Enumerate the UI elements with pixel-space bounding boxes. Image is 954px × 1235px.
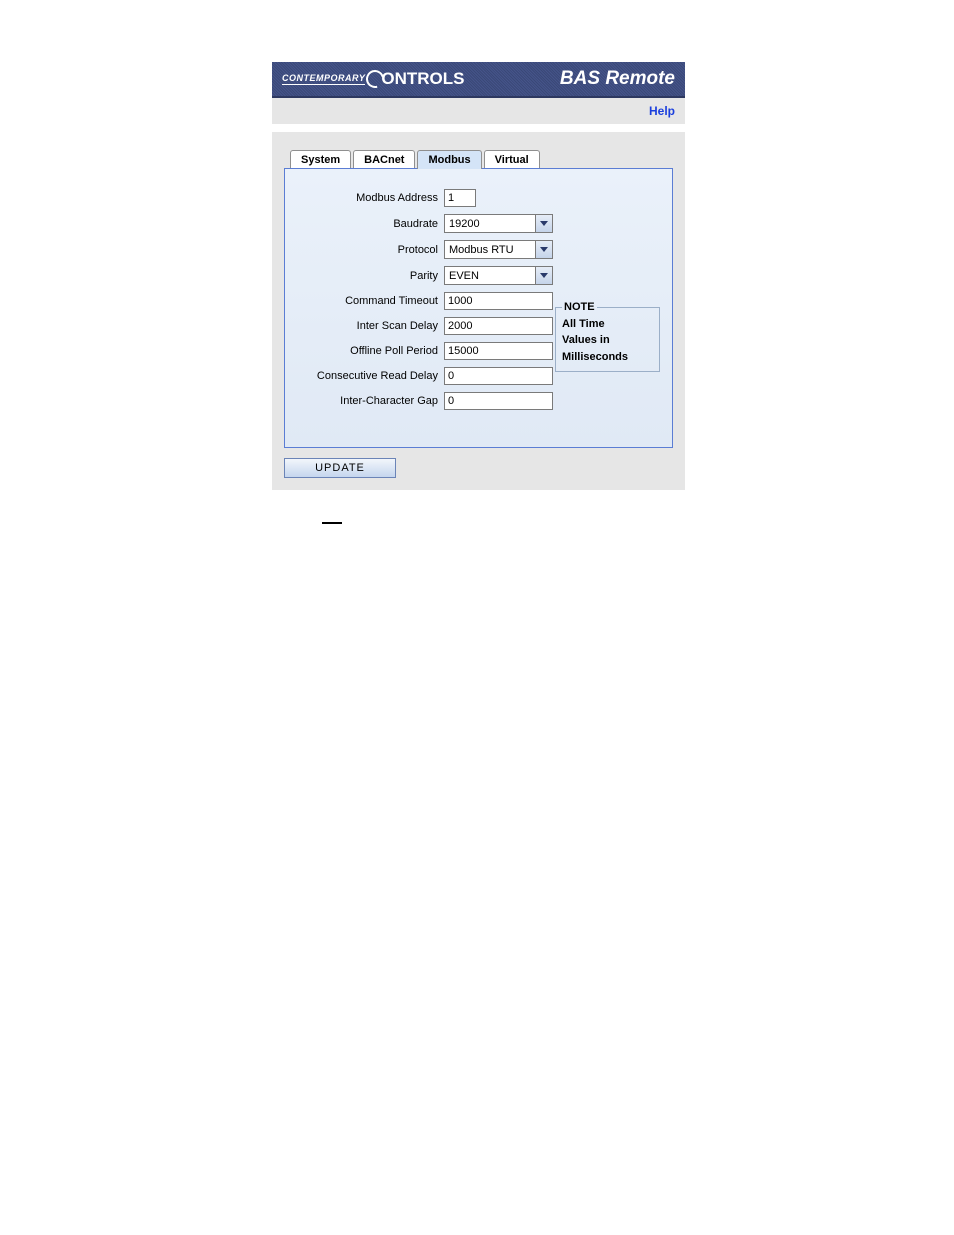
logo: CONTEMPORARY ONTROLS	[282, 69, 464, 89]
chevron-down-icon	[535, 215, 552, 232]
baudrate-select[interactable]: 19200	[444, 214, 553, 233]
page-title: BAS Remote	[560, 68, 675, 90]
row-parity: Parity EVEN	[299, 266, 658, 285]
row-modbus-address: Modbus Address	[299, 189, 658, 207]
note-line3: Milliseconds	[562, 349, 653, 366]
parity-select[interactable]: EVEN	[444, 266, 553, 285]
label-parity: Parity	[299, 270, 444, 282]
update-button[interactable]: UPDATE	[284, 458, 396, 478]
main-panel: System BACnet Modbus Virtual Modbus Addr…	[272, 132, 685, 490]
inter-scan-delay-input[interactable]	[444, 317, 553, 335]
parity-value: EVEN	[445, 267, 535, 284]
label-command-timeout: Command Timeout	[299, 295, 444, 307]
inter-character-gap-input[interactable]	[444, 392, 553, 410]
app-window: CONTEMPORARY ONTROLS BAS Remote Help Sys…	[272, 62, 685, 524]
tab-modbus[interactable]: Modbus	[417, 150, 481, 169]
chevron-down-icon	[535, 241, 552, 258]
help-link[interactable]: Help	[649, 104, 675, 118]
label-consecutive-read-delay: Consecutive Read Delay	[299, 370, 444, 382]
tab-bacnet[interactable]: BACnet	[353, 150, 415, 169]
label-protocol: Protocol	[299, 244, 444, 256]
offline-poll-period-input[interactable]	[444, 342, 553, 360]
note-line2: Values in	[562, 332, 653, 349]
logo-text-contemporary: CONTEMPORARY	[282, 73, 365, 85]
tab-virtual[interactable]: Virtual	[484, 150, 540, 169]
logo-text-controls: ONTROLS	[381, 69, 464, 89]
consecutive-read-delay-input[interactable]	[444, 367, 553, 385]
protocol-select[interactable]: Modbus RTU	[444, 240, 553, 259]
baudrate-value: 19200	[445, 215, 535, 232]
label-baudrate: Baudrate	[299, 218, 444, 230]
row-protocol: Protocol Modbus RTU	[299, 240, 658, 259]
footer-dash	[322, 522, 342, 524]
note-line1: All Time	[562, 316, 653, 333]
help-bar: Help	[272, 98, 685, 124]
row-baudrate: Baudrate 19200	[299, 214, 658, 233]
form-panel: Modbus Address Baudrate 19200 Protocol M…	[284, 168, 673, 448]
note-legend: NOTE	[562, 299, 597, 316]
header-bar: CONTEMPORARY ONTROLS BAS Remote	[272, 62, 685, 98]
tab-system[interactable]: System	[290, 150, 351, 169]
command-timeout-input[interactable]	[444, 292, 553, 310]
label-inter-scan-delay: Inter Scan Delay	[299, 320, 444, 332]
note-box: NOTE All Time Values in Milliseconds	[555, 299, 660, 372]
tab-bar: System BACnet Modbus Virtual	[290, 150, 673, 169]
chevron-down-icon	[535, 267, 552, 284]
label-inter-character-gap: Inter-Character Gap	[299, 395, 444, 407]
label-offline-poll-period: Offline Poll Period	[299, 345, 444, 357]
row-inter-character-gap: Inter-Character Gap	[299, 392, 658, 410]
protocol-value: Modbus RTU	[445, 241, 535, 258]
modbus-address-input[interactable]	[444, 189, 476, 207]
label-modbus-address: Modbus Address	[299, 192, 444, 204]
